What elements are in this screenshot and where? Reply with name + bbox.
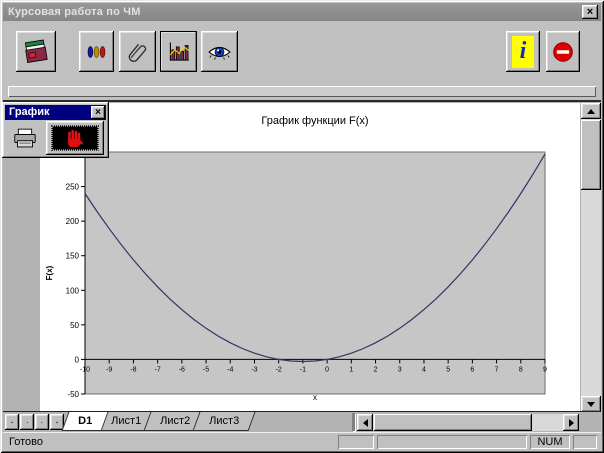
- svg-text:50: 50: [70, 321, 79, 330]
- scroll-up-button[interactable]: [581, 103, 601, 119]
- first-icon: [11, 421, 13, 423]
- svg-text:6: 6: [470, 366, 474, 373]
- svg-text:0: 0: [75, 355, 80, 364]
- graph-palette-close-button[interactable]: ×: [91, 106, 105, 119]
- horizontal-scrollbar[interactable]: [357, 414, 579, 431]
- window-titlebar[interactable]: Курсовая работа по ЧМ ×: [3, 3, 601, 21]
- svg-text:100: 100: [66, 286, 80, 295]
- horizontal-scrollbar-thumb[interactable]: [374, 414, 532, 431]
- stop-icon: [553, 41, 573, 62]
- svg-text:-5: -5: [203, 366, 209, 373]
- close-button[interactable]: ×: [582, 5, 598, 19]
- svg-text:4: 4: [422, 366, 426, 373]
- info-icon: i: [512, 35, 534, 68]
- svg-text:-3: -3: [251, 366, 257, 373]
- svg-text:1: 1: [349, 366, 353, 373]
- info-button[interactable]: i: [506, 31, 540, 72]
- svg-text:График функции F(x): График функции F(x): [261, 115, 368, 127]
- scroll-left-button[interactable]: [357, 414, 373, 431]
- books-icon: [24, 39, 48, 63]
- toolbar-separator: [8, 86, 596, 97]
- triangle-left-icon: [362, 418, 368, 427]
- svg-text:-7: -7: [155, 366, 161, 373]
- hand-icon: [68, 129, 83, 148]
- stop-drawing-button[interactable]: [46, 121, 104, 155]
- ellipses-icon: [87, 45, 106, 58]
- vertical-scrollbar[interactable]: [581, 103, 601, 412]
- graph-palette-title: График: [9, 106, 50, 118]
- svg-text:x: x: [313, 393, 317, 402]
- svg-text:7: 7: [495, 366, 499, 373]
- triangle-right-icon: [568, 418, 574, 427]
- status-pane: [573, 435, 597, 449]
- svg-text:-50: -50: [67, 390, 79, 399]
- attach-button[interactable]: [119, 31, 156, 72]
- svg-text:-1: -1: [300, 366, 306, 373]
- svg-text:-4: -4: [227, 366, 233, 373]
- print-graph-button[interactable]: [7, 123, 43, 153]
- svg-text:0: 0: [325, 366, 329, 373]
- triangle-up-icon: [587, 108, 595, 114]
- exit-button[interactable]: [546, 31, 580, 72]
- sheet-tab-bar: D1 Лист1 Лист2 Лист3: [3, 411, 601, 432]
- num-lock-indicator: NUM: [530, 435, 570, 449]
- svg-text:-6: -6: [179, 366, 185, 373]
- status-pane: [338, 435, 374, 449]
- chart-button[interactable]: [160, 31, 197, 72]
- printer-icon: [14, 128, 36, 147]
- svg-text:8: 8: [519, 366, 523, 373]
- status-bar: Готово NUM: [3, 432, 601, 450]
- bar-chart-icon: [169, 41, 190, 61]
- svg-text:-8: -8: [130, 366, 136, 373]
- graph-palette-titlebar[interactable]: График ×: [5, 105, 106, 120]
- next-sheet-button[interactable]: [35, 414, 49, 430]
- svg-text:5: 5: [446, 366, 450, 373]
- chart-document: -50 0 50 100 150 200 250 -10 -9 -8 -7 -6 -5 -4 -3 -2 -1 0…: [40, 103, 580, 412]
- svg-text:-9: -9: [106, 366, 112, 373]
- sheet-tabs: D1 Лист1 Лист2 Лист3: [61, 412, 256, 432]
- tab-d1[interactable]: D1: [61, 412, 109, 431]
- eye-icon: [208, 46, 231, 60]
- scroll-right-button[interactable]: [563, 414, 579, 431]
- data-points-button[interactable]: [79, 31, 114, 72]
- triangle-down-icon: [587, 401, 595, 407]
- svg-text:250: 250: [66, 183, 80, 192]
- prev-sheet-button[interactable]: [20, 414, 34, 430]
- close-icon: ×: [95, 107, 101, 118]
- status-message: Готово: [9, 435, 43, 448]
- open-file-button[interactable]: [16, 31, 56, 72]
- svg-text:F(x): F(x): [45, 265, 54, 280]
- svg-text:150: 150: [66, 252, 80, 261]
- status-pane: [377, 435, 527, 449]
- next-icon: [41, 421, 43, 423]
- window-title: Курсовая работа по ЧМ: [8, 6, 141, 18]
- function-chart: -50050100150200250-10 -9 -8 -7 -6 -5 -4 -3 -2 -1 0…: [45, 115, 547, 402]
- svg-text:9: 9: [543, 366, 547, 373]
- graph-palette-window: График ×: [2, 102, 109, 158]
- svg-text:200: 200: [66, 217, 80, 226]
- prev-icon: [26, 421, 28, 423]
- first-sheet-button[interactable]: [5, 414, 19, 430]
- preview-button[interactable]: [201, 31, 238, 72]
- close-icon: ×: [586, 6, 594, 18]
- svg-text:-10: -10: [80, 366, 90, 373]
- svg-text:-2: -2: [276, 366, 282, 373]
- tab-splitter[interactable]: [352, 413, 355, 431]
- svg-text:3: 3: [398, 366, 402, 373]
- scroll-down-button[interactable]: [581, 396, 601, 412]
- svg-text:2: 2: [374, 366, 378, 373]
- app-window: Курсовая работа по ЧМ × i -50 0 50 100 1…: [0, 0, 604, 453]
- last-icon: [56, 421, 58, 423]
- paperclip-icon: [128, 43, 147, 62]
- tab-list3[interactable]: Лист3: [192, 412, 256, 431]
- vertical-scrollbar-thumb[interactable]: [581, 120, 601, 190]
